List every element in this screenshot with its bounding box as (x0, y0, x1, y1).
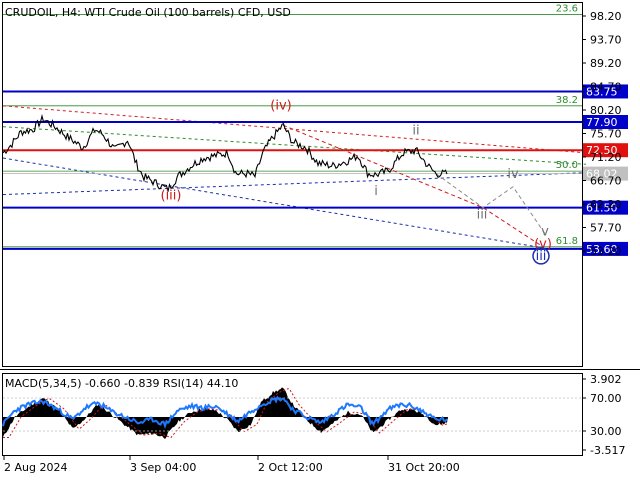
forecast-path-minor (435, 173, 546, 235)
forecast-path-major (282, 124, 544, 248)
wave-label: iii (477, 208, 488, 223)
y-tick-label: 53.20 (590, 245, 622, 258)
y-tick-label: 62.20 (590, 198, 622, 211)
wave-label: i (374, 184, 378, 199)
wave-label: iii (536, 249, 547, 264)
main-chart-frame (2, 2, 583, 367)
wave-label: iv (507, 167, 519, 182)
chart-canvas: 23.638.250.061.8 83.7577.9072.5061.5053.… (0, 2, 640, 474)
wave-label: (iv) (270, 98, 291, 113)
channel-green (2, 126, 587, 165)
y-tick-label: 80.20 (590, 104, 622, 117)
wave-label: ii (412, 124, 419, 139)
x-tick-label: 31 Oct 20:00 (388, 461, 460, 474)
x-tick-label: 2 Aug 2024 (4, 461, 67, 474)
y-tick-label: 93.70 (590, 34, 622, 47)
ind-tick-label: -3.517 (590, 444, 625, 457)
y-tick-label: 66.70 (590, 175, 622, 188)
wave-label: (iii) (161, 188, 182, 203)
x-tick-label: 2 Oct 12:00 (258, 461, 323, 474)
fib-level-label: 38.2 (556, 95, 578, 106)
chart-title: CRUDOIL, H4: WTI Crude Oil (100 barrels)… (5, 6, 291, 19)
channel-blue-upper (2, 172, 587, 196)
ind-tick-label: 70.00 (590, 392, 622, 405)
ind-tick-label: 3.902 (590, 373, 622, 386)
x-tick-label: 3 Sep 04:00 (130, 461, 196, 474)
fib-level-label: 23.6 (556, 3, 578, 14)
fib-level-label: 61.8 (556, 236, 578, 247)
ind-tick-label: 30.00 (590, 425, 622, 438)
y-tick-label: 84.70 (590, 81, 622, 94)
fib-level-label: 50.0 (556, 160, 578, 171)
y-tick-label: 57.70 (590, 222, 622, 235)
y-tick-label: 98.20 (590, 10, 622, 23)
y-tick-label: 89.20 (590, 57, 622, 70)
price-series (2, 113, 448, 192)
indicator-title: MACD(5,34,5) -0.660 -0.839 RSI(14) 44.10 (5, 377, 238, 390)
y-tick-label: 75.70 (590, 128, 622, 141)
y-tick-label: 71.20 (590, 151, 622, 164)
channel-red-upper (2, 105, 587, 154)
channel-blue-lower (2, 157, 544, 249)
